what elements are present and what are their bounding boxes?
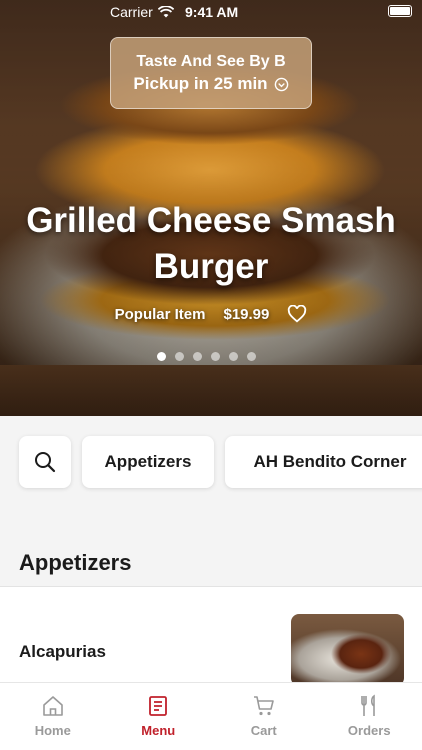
category-chip-appetizers[interactable]: Appetizers bbox=[82, 436, 214, 488]
tab-bar: Home Menu Cart Orders bbox=[0, 682, 422, 750]
status-bar: Carrier 9:41 AM bbox=[0, 0, 422, 24]
carousel-dot[interactable] bbox=[211, 352, 220, 361]
section-title: Appetizers bbox=[19, 550, 132, 575]
carousel-dot[interactable] bbox=[175, 352, 184, 361]
section-header: Appetizers bbox=[0, 512, 422, 587]
category-chip-ah-bendito-corner[interactable]: AH Bendito Corner bbox=[225, 436, 422, 488]
search-button[interactable] bbox=[19, 436, 71, 488]
tab-label: Orders bbox=[347, 723, 391, 738]
heart-icon[interactable] bbox=[287, 305, 307, 323]
tab-home[interactable]: Home bbox=[0, 683, 106, 750]
battery-icon bbox=[388, 5, 412, 17]
hero-meta: Popular Item $19.99 bbox=[0, 305, 422, 323]
menu-item-image bbox=[291, 614, 404, 686]
orders-icon bbox=[361, 694, 376, 716]
hero-price: $19.99 bbox=[223, 305, 270, 323]
popular-badge: Popular Item bbox=[114, 305, 206, 323]
menu-item-name: Alcapurias bbox=[19, 642, 106, 661]
carrier-label: Carrier bbox=[110, 4, 153, 20]
carousel-dot[interactable] bbox=[247, 352, 256, 361]
cart-icon bbox=[253, 696, 274, 716]
tab-cart[interactable]: Cart bbox=[211, 683, 317, 750]
tab-label: Cart bbox=[250, 723, 277, 738]
category-bar: Appetizers AH Bendito Corner bbox=[0, 416, 422, 512]
home-icon bbox=[42, 696, 63, 716]
tab-menu[interactable]: Menu bbox=[106, 683, 212, 750]
status-time: 9:41 AM bbox=[185, 4, 239, 20]
chevron-down-circle-icon bbox=[274, 77, 288, 91]
tab-label: Menu bbox=[141, 723, 176, 738]
carousel-dot[interactable] bbox=[157, 352, 166, 361]
pickup-eta: Pickup in 25 min bbox=[133, 74, 268, 93]
pickup-selector[interactable]: Taste And See By B Pickup in 25 min bbox=[110, 37, 312, 109]
carousel-indicator[interactable] bbox=[157, 352, 256, 361]
store-name: Taste And See By B bbox=[136, 53, 286, 70]
hero-title: Grilled Cheese Smash Burger bbox=[26, 201, 396, 286]
hero-banner[interactable]: Carrier 9:41 AM Taste And See By B Picku… bbox=[0, 0, 422, 416]
menu-icon bbox=[149, 696, 168, 716]
carousel-dot[interactable] bbox=[193, 352, 202, 361]
menu-item[interactable]: Alcapurias bbox=[0, 587, 422, 686]
tab-label: Home bbox=[34, 723, 71, 738]
carousel-dot[interactable] bbox=[229, 352, 238, 361]
wifi-icon bbox=[157, 6, 174, 18]
tab-orders[interactable]: Orders bbox=[317, 683, 422, 750]
search-icon bbox=[35, 452, 56, 473]
